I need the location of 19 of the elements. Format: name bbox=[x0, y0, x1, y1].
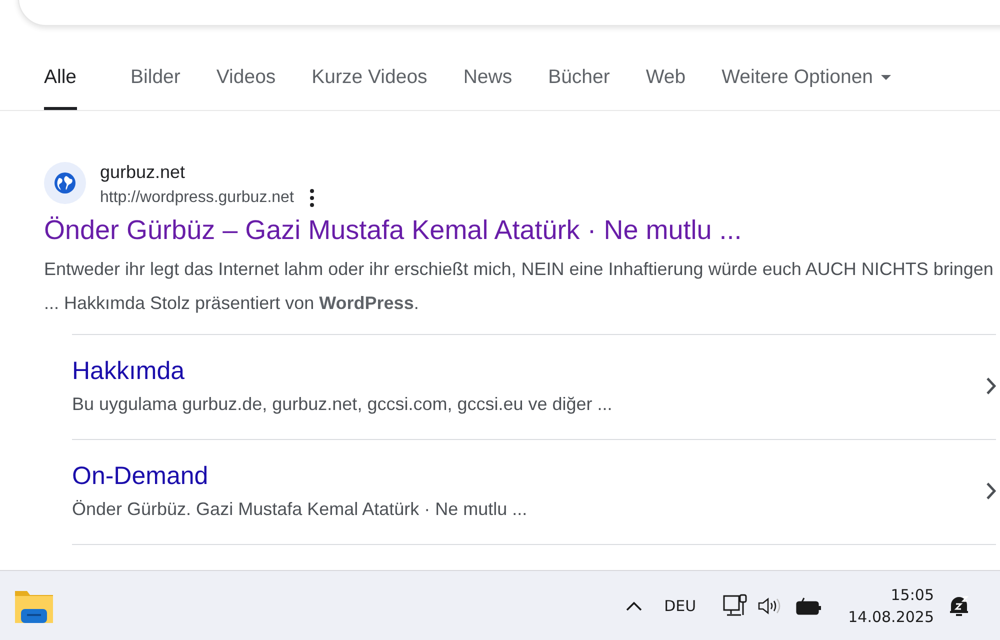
site-url[interactable]: http://wordpress.gurbuz.net bbox=[100, 189, 294, 207]
search-tab[interactable]: News bbox=[445, 48, 530, 110]
search-tab[interactable]: Alle bbox=[44, 48, 77, 110]
language-indicator[interactable]: DEU bbox=[664, 596, 696, 614]
result-snippet: Entweder ihr legt das Internet lahm oder ihr erschießt mich, NEIN eine Inhaftierung würde euch AUCH NICHTS bringen ... Hakkımda Stolz präsentiert von WordPress. bbox=[44, 258, 994, 315]
search-tab[interactable]: Videos bbox=[198, 48, 294, 110]
more-options-menu[interactable]: Weitere Optionen bbox=[704, 48, 910, 110]
sitelink-title[interactable]: On-Demand bbox=[72, 462, 208, 491]
site-name[interactable]: gurbuz.net bbox=[100, 162, 314, 183]
clock-time[interactable]: 15:05 bbox=[890, 584, 934, 606]
sitelink-snippet: Önder Gürbüz. Gazi Mustafa Kemal Atatürk · Ne mutlu ... bbox=[72, 499, 528, 520]
search-tab[interactable]: Bücher bbox=[530, 48, 628, 110]
search-tab[interactable]: Bilder bbox=[112, 48, 198, 110]
clock-date[interactable]: 14.08.2025 bbox=[848, 606, 934, 628]
search-tab[interactable]: Web bbox=[628, 48, 704, 110]
result-title-link[interactable]: Önder Gürbüz – Gazi Mustafa Kemal Atatürk · Ne mutlu ... bbox=[44, 215, 742, 246]
sitelink-snippet: Bu uygulama gurbuz.de, gurbuz.net, gccsi.com, gccsi.eu ve diğer ... bbox=[72, 394, 612, 415]
sitelink-title[interactable]: Hakkımda bbox=[72, 357, 185, 386]
search-tab[interactable]: Kurze Videos bbox=[294, 48, 446, 110]
